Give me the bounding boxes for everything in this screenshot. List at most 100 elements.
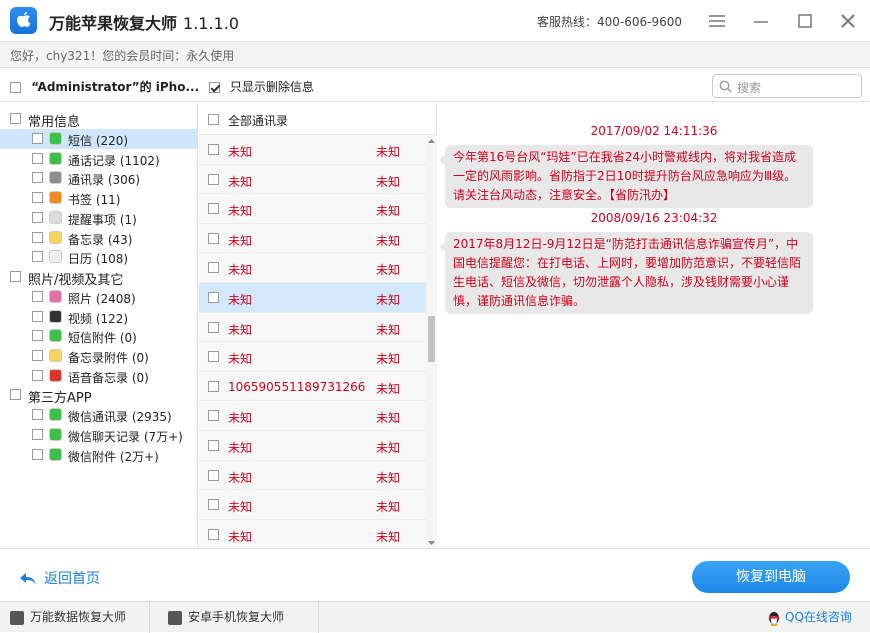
sidebar-item[interactable]: 短信 (220) bbox=[0, 129, 197, 149]
table-row[interactable]: 106590551189731266 未知 bbox=[199, 371, 426, 402]
table-row[interactable]: 未知 未知 bbox=[199, 401, 426, 431]
sidebar-item[interactable]: 日历 (108) bbox=[0, 247, 197, 267]
item-checkbox[interactable] bbox=[32, 369, 43, 381]
row-checkbox[interactable] bbox=[208, 292, 219, 303]
maximize-icon[interactable] bbox=[795, 11, 815, 31]
qq-consult-link[interactable]: QQ在线咨询 bbox=[766, 602, 852, 633]
sidebar-item[interactable]: 备忘录附件 (0) bbox=[0, 346, 197, 366]
row-checkbox[interactable] bbox=[208, 469, 219, 481]
item-checkbox[interactable] bbox=[32, 133, 43, 144]
device-selector[interactable]: “Administrator”的 iPho... bbox=[10, 78, 199, 95]
sidebar-item-label: 语音备忘录 (0) bbox=[68, 370, 149, 385]
item-checkbox[interactable] bbox=[32, 211, 43, 223]
sidebar-item[interactable]: 书签 (11) bbox=[0, 188, 197, 208]
table-row[interactable]: 未知 未知 bbox=[199, 253, 426, 283]
device-checkbox[interactable] bbox=[10, 82, 21, 93]
sidebar-item[interactable]: 通话记录 (1102) bbox=[0, 149, 197, 169]
back-home-button[interactable]: 返回首页 bbox=[18, 568, 100, 588]
row-checkbox[interactable] bbox=[208, 410, 219, 422]
item-checkbox[interactable] bbox=[32, 310, 43, 322]
table-row[interactable]: 未知 未知 bbox=[199, 519, 426, 550]
table-row[interactable]: 未知 未知 bbox=[199, 164, 426, 195]
scroll-up-icon[interactable] bbox=[426, 137, 437, 145]
sidebar-item[interactable]: 备忘录 (43) bbox=[0, 228, 197, 248]
phone-icon bbox=[49, 151, 62, 165]
sidebar-item-label: 视频 (122) bbox=[68, 311, 129, 326]
row-checkbox[interactable] bbox=[208, 232, 219, 244]
item-checkbox[interactable] bbox=[32, 429, 43, 441]
contacts-icon bbox=[49, 171, 62, 185]
row-checkbox[interactable] bbox=[208, 144, 219, 155]
item-checkbox[interactable] bbox=[32, 231, 43, 243]
sidebar-item[interactable]: 微信附件 (2万+) bbox=[0, 445, 197, 465]
row-checkbox[interactable] bbox=[208, 499, 219, 511]
sidebar-item-label: 微信聊天记录 (7万+) bbox=[68, 430, 183, 445]
sidebar-item[interactable]: 提醒事项 (1) bbox=[0, 208, 197, 228]
row-checkbox[interactable] bbox=[208, 203, 219, 215]
row-checkbox[interactable] bbox=[208, 262, 219, 274]
contact-name: 未知 bbox=[228, 470, 253, 485]
table-row[interactable]: 未知 未知 bbox=[199, 312, 426, 343]
search-input[interactable]: 搜索 bbox=[712, 74, 862, 98]
contact-name: 未知 bbox=[228, 411, 253, 426]
message-icon bbox=[49, 132, 62, 145]
sidebar-item[interactable]: 视频 (122) bbox=[0, 307, 197, 327]
sidebar-item[interactable]: 通讯录 (306) bbox=[0, 168, 197, 188]
group-checkbox[interactable] bbox=[10, 389, 21, 401]
sidebar-item-label: 提醒事项 (1) bbox=[68, 212, 137, 227]
group-checkbox[interactable] bbox=[10, 270, 21, 282]
row-checkbox[interactable] bbox=[208, 351, 219, 363]
table-row[interactable]: 未知 未知 bbox=[199, 135, 426, 165]
scroll-down-icon[interactable] bbox=[426, 539, 437, 547]
sidebar-item[interactable]: 短信附件 (0) bbox=[0, 326, 197, 346]
row-checkbox[interactable] bbox=[208, 321, 219, 333]
row-checkbox[interactable] bbox=[208, 173, 219, 185]
sidebar-item[interactable]: 微信聊天记录 (7万+) bbox=[0, 425, 197, 445]
sidebar-item[interactable]: 微信通讯录 (2935) bbox=[0, 405, 197, 425]
category-tree: 常用信息 短信 (220) 通话记录 (1102) 通讯录 (306) 书签 (11) 提… bbox=[0, 103, 198, 548]
minimize-icon[interactable] bbox=[751, 11, 771, 31]
contact-number: 未知 bbox=[376, 352, 401, 367]
tab-data-recovery[interactable]: 万能数据恢复大师 bbox=[10, 602, 126, 633]
item-checkbox[interactable] bbox=[32, 330, 43, 342]
item-checkbox[interactable] bbox=[32, 251, 43, 263]
tree-group[interactable]: 常用信息 bbox=[0, 109, 197, 130]
table-row[interactable]: 未知 未知 bbox=[199, 194, 426, 224]
search-placeholder: 搜索 bbox=[737, 81, 762, 95]
table-row[interactable]: 未知 未知 bbox=[199, 431, 426, 461]
qq-label: QQ在线咨询 bbox=[785, 610, 852, 624]
item-checkbox[interactable] bbox=[32, 152, 43, 164]
item-checkbox[interactable] bbox=[32, 350, 43, 361]
list-scrollbar[interactable] bbox=[426, 135, 437, 548]
table-row[interactable]: 未知 未知 bbox=[199, 342, 426, 372]
item-checkbox[interactable] bbox=[32, 409, 43, 421]
table-row[interactable]: 未知 未知 bbox=[199, 490, 426, 520]
only-deleted-checkbox[interactable] bbox=[209, 82, 220, 93]
table-row[interactable]: 未知 未知 bbox=[199, 460, 426, 491]
group-checkbox[interactable] bbox=[10, 113, 21, 124]
row-checkbox[interactable] bbox=[208, 528, 219, 540]
close-icon[interactable] bbox=[838, 11, 858, 31]
tree-group[interactable]: 照片/视频及其它 bbox=[0, 267, 197, 288]
sidebar-item[interactable]: 语音备忘录 (0) bbox=[0, 366, 197, 386]
table-row[interactable]: 未知 未知 bbox=[199, 283, 426, 313]
item-checkbox[interactable] bbox=[32, 290, 43, 302]
recover-to-pc-button[interactable]: 恢复到电脑 bbox=[692, 561, 850, 593]
scrollbar-thumb[interactable] bbox=[428, 316, 435, 362]
tree-group[interactable]: 第三方APP bbox=[0, 385, 197, 406]
row-checkbox[interactable] bbox=[208, 440, 219, 451]
tab-android-recovery[interactable]: 安卓手机恢复大师 bbox=[168, 602, 284, 633]
select-all-checkbox[interactable] bbox=[208, 114, 219, 125]
contact-number: 未知 bbox=[376, 411, 401, 426]
bookmark-icon bbox=[49, 191, 62, 205]
menu-icon[interactable] bbox=[707, 11, 727, 31]
user-info-text: 您好，chy321！您的会员时间：永久使用 bbox=[10, 49, 235, 63]
sidebar-item[interactable]: 照片 (2408) bbox=[0, 287, 197, 307]
item-checkbox[interactable] bbox=[32, 448, 43, 460]
only-deleted-toggle[interactable]: 只显示删除信息 bbox=[209, 78, 314, 95]
row-checkbox[interactable] bbox=[208, 380, 219, 392]
item-checkbox[interactable] bbox=[32, 192, 43, 204]
table-row[interactable]: 未知 未知 bbox=[199, 223, 426, 254]
item-checkbox[interactable] bbox=[32, 172, 43, 184]
message-time: 2008/09/16 23:04:32 bbox=[590, 211, 718, 225]
